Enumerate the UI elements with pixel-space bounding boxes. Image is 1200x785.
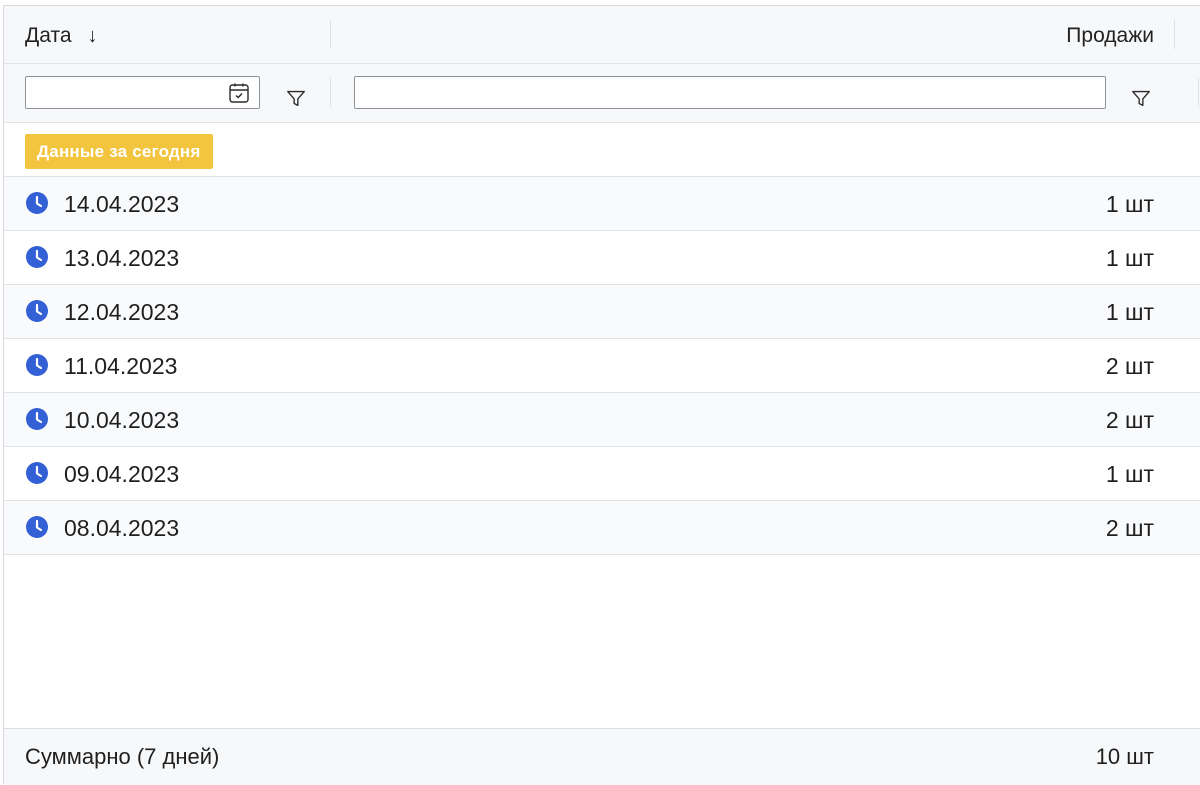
calendar-icon[interactable] <box>227 81 251 105</box>
today-data-badge: Данные за сегодня <box>25 134 213 169</box>
row-sales: 1 шт <box>1105 299 1154 325</box>
table-row[interactable]: 08.04.2023 2 шт <box>4 501 1200 555</box>
row-sales: 1 шт <box>1105 191 1154 217</box>
row-date: 13.04.2023 <box>64 245 180 271</box>
sort-descending-icon[interactable]: ↓ <box>88 25 98 48</box>
clock-icon <box>26 192 48 214</box>
date-filter-input[interactable] <box>26 77 232 108</box>
sales-filter-input[interactable] <box>355 77 1105 108</box>
date-filter-icon[interactable] <box>285 87 307 109</box>
row-date: 08.04.2023 <box>64 515 180 541</box>
row-date: 12.04.2023 <box>64 299 180 325</box>
column-separator[interactable] <box>330 20 331 49</box>
row-sales: 2 шт <box>1105 353 1154 379</box>
column-header-date[interactable]: Дата ↓ <box>25 24 98 48</box>
group-row: Данные за сегодня <box>4 123 1200 177</box>
column-header-sales[interactable]: Продажи <box>1066 24 1154 48</box>
clock-icon <box>26 300 48 322</box>
column-header-date-label: Дата <box>25 24 72 47</box>
table-row[interactable]: 13.04.2023 1 шт <box>4 231 1200 285</box>
row-sales: 1 шт <box>1105 245 1154 271</box>
row-sales: 2 шт <box>1105 407 1154 433</box>
sales-data-grid: Дата ↓ Продажи Данные за сегодня 14.04.2… <box>3 5 1200 785</box>
column-header-row: Дата ↓ Продажи <box>4 6 1200 64</box>
table-row[interactable]: 10.04.2023 2 шт <box>4 393 1200 447</box>
summary-footer: Суммарно (7 дней) 10 шт <box>4 728 1200 785</box>
summary-label: Суммарно (7 дней) <box>25 744 220 769</box>
filter-row <box>4 64 1200 123</box>
column-separator <box>1198 78 1199 107</box>
row-date: 10.04.2023 <box>64 407 180 433</box>
clock-icon <box>26 462 48 484</box>
clock-icon <box>26 408 48 430</box>
column-separator <box>330 78 331 107</box>
column-separator[interactable] <box>1174 20 1175 49</box>
sales-filter-field[interactable] <box>354 76 1106 109</box>
table-row[interactable]: 09.04.2023 1 шт <box>4 447 1200 501</box>
table-row[interactable]: 11.04.2023 2 шт <box>4 339 1200 393</box>
clock-icon <box>26 516 48 538</box>
sales-filter-icon[interactable] <box>1130 87 1152 109</box>
row-date: 11.04.2023 <box>64 353 178 379</box>
row-date: 14.04.2023 <box>64 191 180 217</box>
row-date: 09.04.2023 <box>64 461 180 487</box>
row-sales: 2 шт <box>1105 515 1154 541</box>
clock-icon <box>26 246 48 268</box>
table-row[interactable]: 14.04.2023 1 шт <box>4 177 1200 231</box>
data-rows: 14.04.2023 1 шт 13.04.2023 1 шт 12.04.20… <box>4 177 1200 555</box>
date-filter-field[interactable] <box>25 76 260 109</box>
row-sales: 1 шт <box>1105 461 1154 487</box>
summary-total: 10 шт <box>1095 744 1154 769</box>
clock-icon <box>26 354 48 376</box>
table-row[interactable]: 12.04.2023 1 шт <box>4 285 1200 339</box>
